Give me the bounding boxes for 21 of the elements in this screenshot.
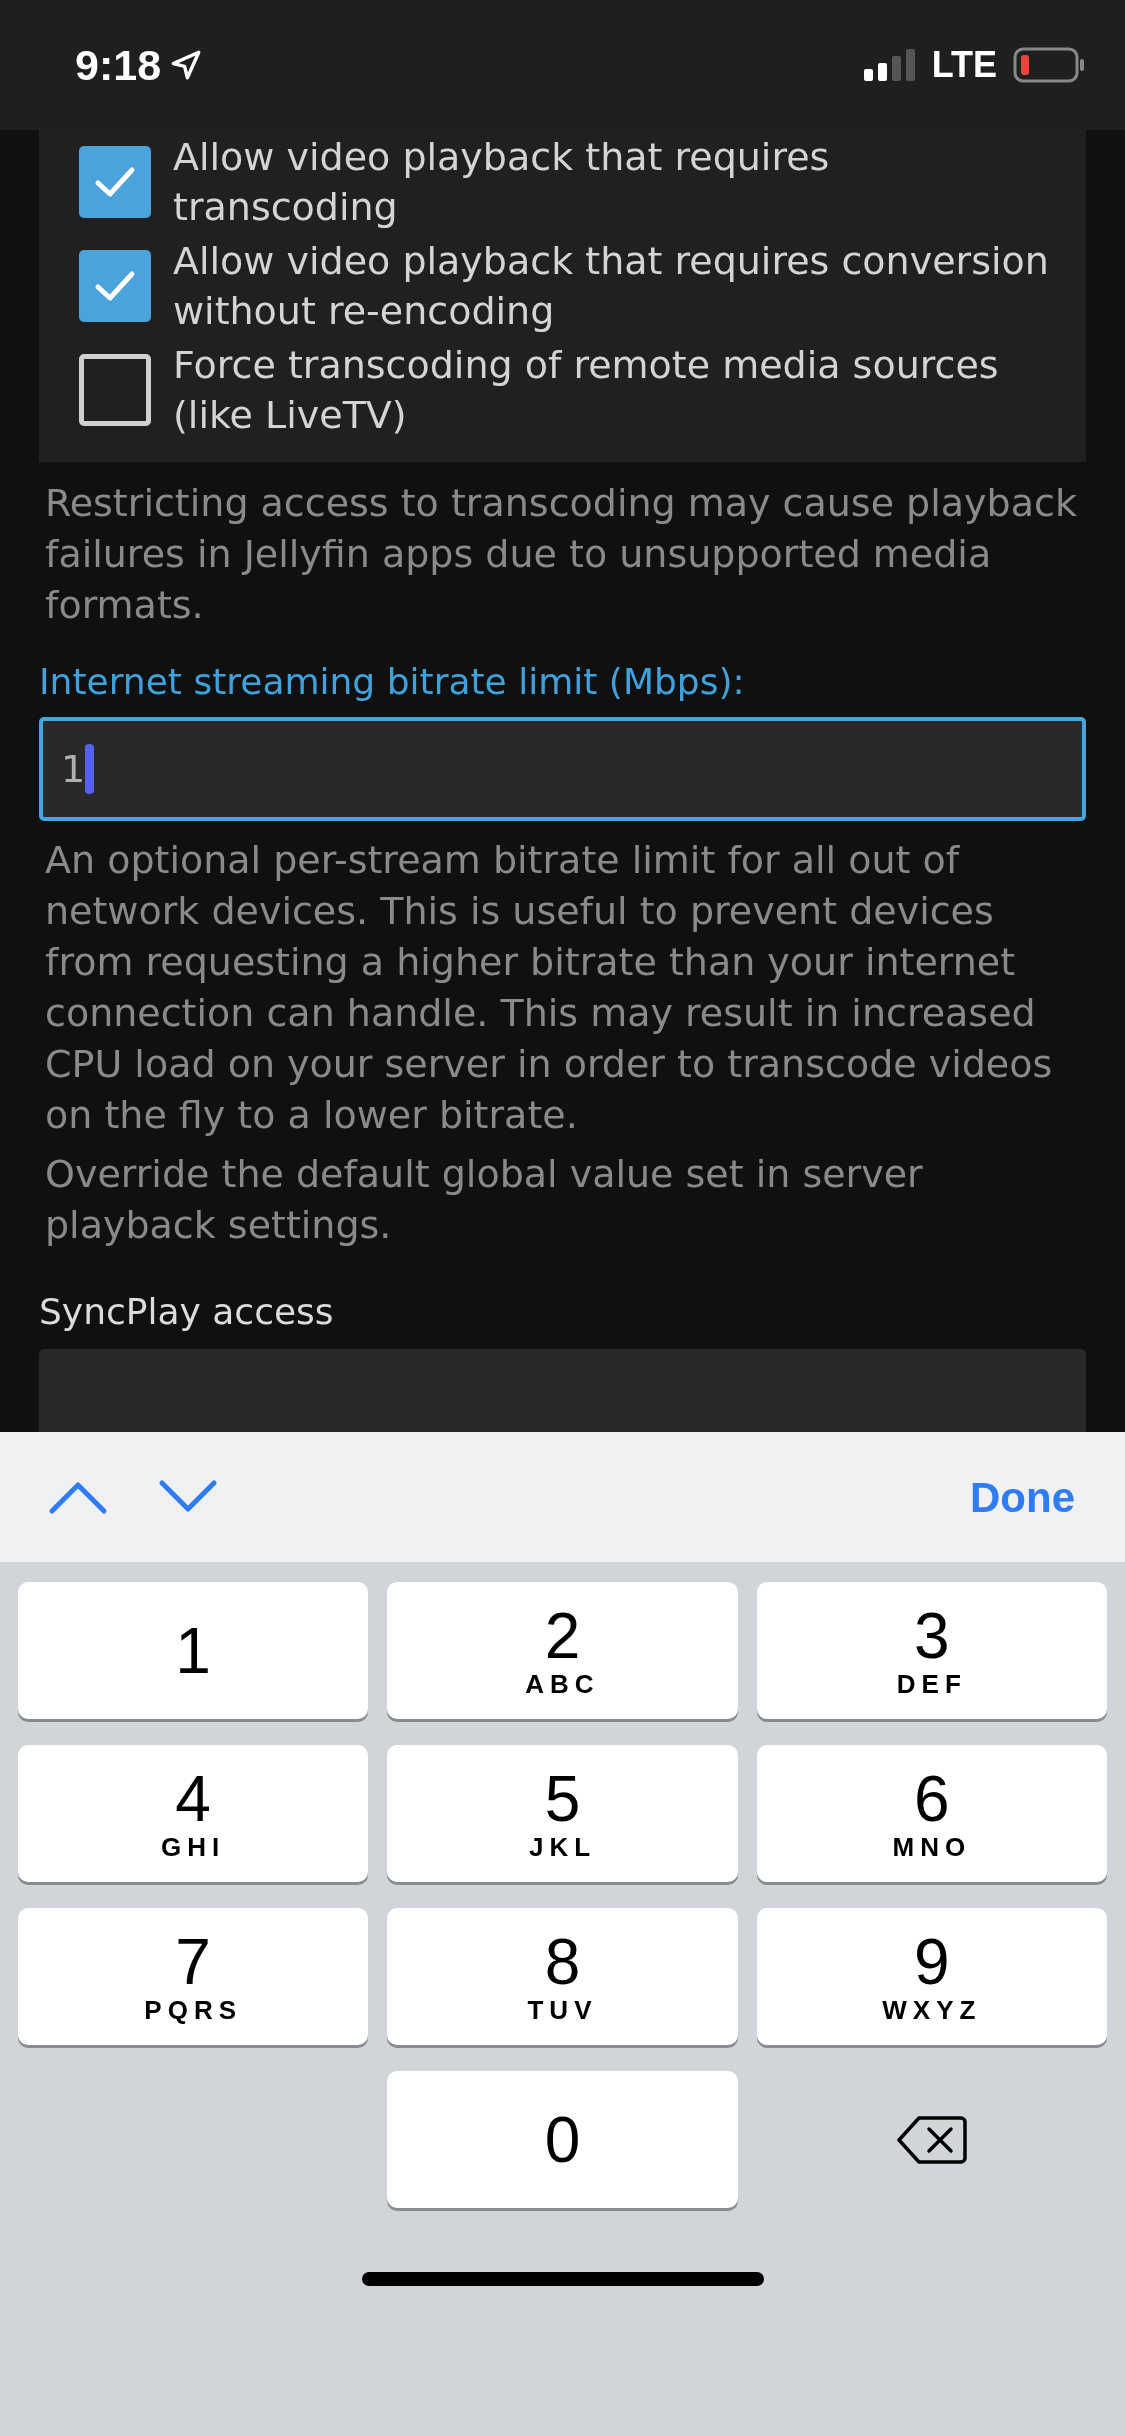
- network-type: LTE: [931, 43, 997, 87]
- field-label: SyncPlay access: [39, 1290, 335, 1334]
- checkbox-label: Allow video playback that requires transcoding: [173, 134, 831, 231]
- status-time: 9:18: [75, 39, 162, 91]
- keypad-key[interactable]: 5 JKL: [387, 1745, 738, 1882]
- help-text: An optional per-stream bitrate limit for all out of network devices. This is useful to prevent devices from requesting a higher bitrate than your internet connection can handle. This may result in increased CPU load on your server in order to transcode videos on the fly to a lower bitrate.: [44, 837, 1054, 1139]
- checkbox-label: Force transcoding of remote media sources (like LiveTV): [173, 342, 1000, 439]
- keypad-key[interactable]: 0: [387, 2071, 738, 2208]
- keypad-key[interactable]: 9 WXYZ: [756, 1908, 1107, 2045]
- help-text: Override the default global value set in server playback settings.: [44, 1151, 924, 1249]
- checkbox-label: Allow video playback that requires conversion without re-encoding: [173, 238, 1050, 335]
- keypad-key[interactable]: 4 GHI: [18, 1745, 369, 1882]
- keypad-key[interactable]: 7 PQRS: [18, 1908, 369, 2045]
- help-text: Restricting access to transcoding may cause playback failures in Jellyfin apps due to unsupported media formats.: [44, 480, 1078, 629]
- bitrate-input-field[interactable]: 1: [39, 717, 1086, 821]
- keypad-key[interactable]: 3 DEF: [756, 1582, 1107, 1719]
- field-label: Internet streaming bitrate limit (Mbps):: [39, 660, 746, 704]
- keypad-key[interactable]: 6 MNO: [756, 1745, 1107, 1882]
- keypad-key[interactable]: 8 TUV: [387, 1908, 738, 2045]
- keypad-key[interactable]: 1: [18, 1582, 369, 1719]
- keypad-key[interactable]: 2 ABC: [387, 1582, 738, 1719]
